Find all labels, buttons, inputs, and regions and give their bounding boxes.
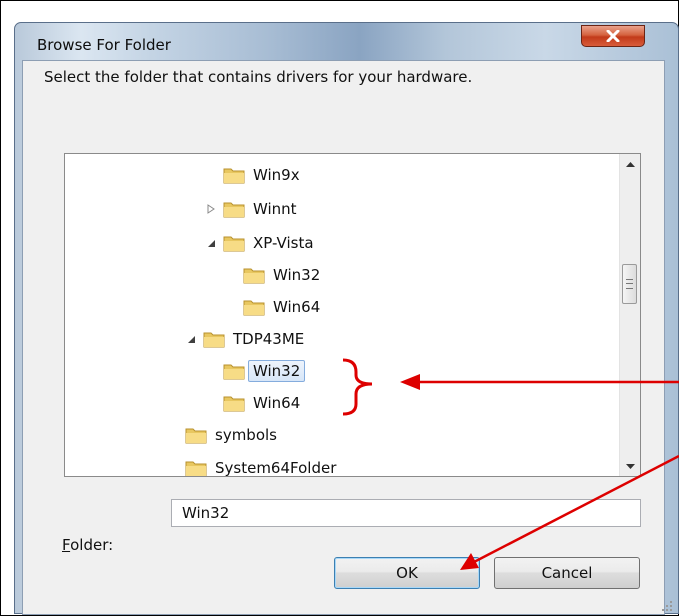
vertical-scrollbar[interactable] (619, 154, 640, 476)
folder-icon (223, 202, 245, 218)
triangle-expanded-icon[interactable] (205, 237, 217, 249)
dialog-title: Browse For Folder (37, 36, 171, 54)
folder-icon (223, 236, 245, 252)
tree-item-label: Win32 (273, 266, 321, 284)
tree-item-win9x[interactable]: Win9x (223, 161, 300, 189)
tree-item-xp-vista-win32[interactable]: Win32 (243, 261, 320, 289)
folder-icon (223, 168, 245, 184)
triangle-expanded-icon[interactable] (185, 333, 197, 345)
triangle-collapsed-icon[interactable] (205, 203, 217, 215)
ok-button[interactable]: OK (334, 557, 480, 589)
tree-item-label: XP-Vista (253, 234, 314, 252)
tree-item-label: symbols (215, 426, 277, 444)
folder-tree[interactable]: Win9x Winnt XP-Vista Win32 Win64 TDP43ME… (64, 153, 641, 477)
folder-field-label: Folder: (62, 536, 113, 554)
folder-input[interactable] (171, 499, 641, 527)
folder-label-accelerator: F (62, 536, 71, 554)
tree-item-xp-vista[interactable]: XP-Vista (205, 229, 314, 257)
grip-icon (626, 279, 633, 289)
scroll-down-arrow-icon (625, 463, 635, 469)
tree-item-label: Winnt (253, 200, 297, 218)
tree-item-label: Win9x (253, 166, 300, 184)
scroll-thumb[interactable] (622, 264, 637, 304)
folder-icon (185, 428, 207, 444)
tree-item-symbols[interactable]: symbols (185, 421, 277, 449)
scroll-down-button[interactable] (620, 456, 640, 476)
folder-icon (223, 396, 245, 412)
folder-icon (203, 332, 225, 348)
instruction-text: Select the folder that contains drivers … (44, 68, 473, 86)
tree-item-label: Win32 (248, 360, 306, 382)
scroll-up-button[interactable] (620, 154, 640, 174)
tree-item-tdp43me-win64[interactable]: Win64 (223, 389, 300, 417)
cancel-button[interactable]: Cancel (494, 557, 640, 589)
folder-icon (185, 461, 207, 476)
tree-item-label: Win64 (273, 298, 321, 316)
tree-item-tdp43me-win32[interactable]: Win32 (223, 357, 306, 385)
tree-item-label: Win64 (253, 394, 301, 412)
close-button[interactable] (581, 25, 645, 47)
folder-icon (243, 268, 265, 284)
close-icon (606, 30, 620, 42)
resize-grip-icon[interactable] (661, 600, 673, 612)
folder-label-rest: older: (70, 536, 114, 554)
tree-item-tdp43me[interactable]: TDP43ME (185, 325, 304, 353)
tree-item-label: TDP43ME (233, 330, 305, 348)
scroll-up-arrow-icon (625, 161, 635, 167)
folder-icon (243, 300, 265, 316)
tree-item-system64folder[interactable]: System64Folder (185, 454, 337, 477)
tree-item-label: System64Folder (215, 459, 337, 477)
folder-icon (223, 364, 245, 380)
tree-item-winnt[interactable]: Winnt (205, 195, 297, 223)
tree-item-xp-vista-win64[interactable]: Win64 (243, 293, 320, 321)
